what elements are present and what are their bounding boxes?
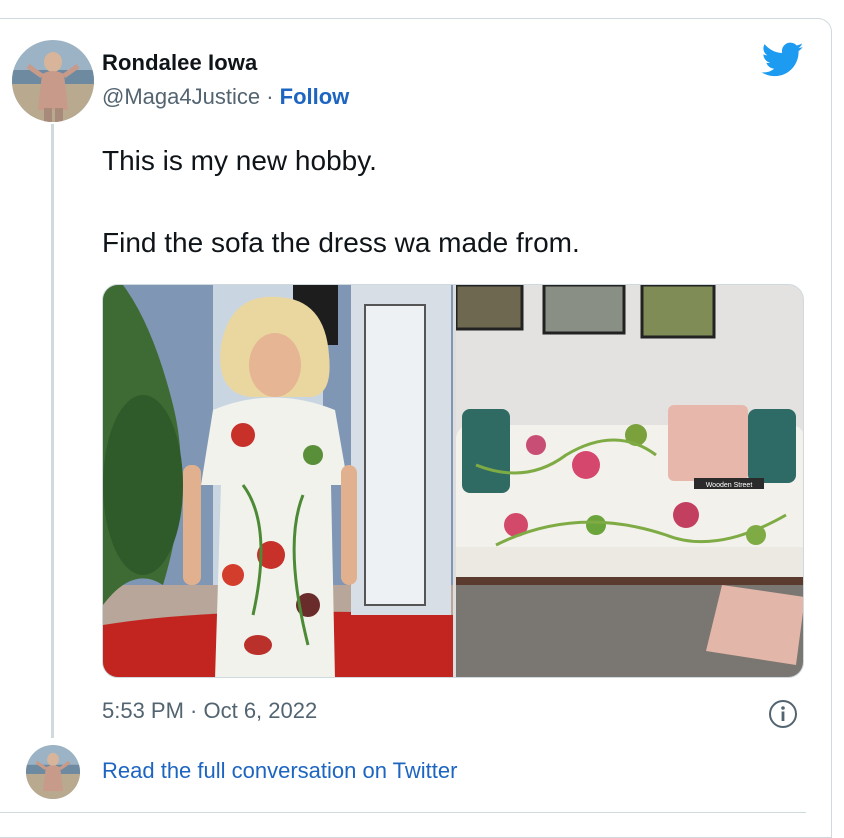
twitter-bird-icon[interactable]	[761, 42, 804, 78]
photo-sofa[interactable]: Wooden Street	[456, 285, 803, 677]
tweet-timestamp[interactable]: 5:53 PM · Oct 6, 2022	[102, 698, 317, 724]
author-avatar[interactable]	[12, 40, 94, 122]
tweet-text-line-2: Find the sofa the dress wa made from.	[102, 227, 580, 258]
media-grid: Wooden Street	[102, 284, 804, 678]
author-handle-row: @Maga4Justice · Follow	[102, 84, 349, 110]
sofa-brand-label: Wooden Street	[706, 482, 753, 489]
tweet-text-line-1: This is my new hobby.	[102, 145, 377, 176]
photo-dress[interactable]	[103, 285, 453, 677]
info-icon[interactable]	[768, 699, 798, 729]
reply-avatar[interactable]	[26, 745, 80, 799]
follow-button[interactable]: Follow	[280, 84, 350, 109]
read-full-conversation-link[interactable]: Read the full conversation on Twitter	[102, 758, 457, 784]
thread-line	[51, 124, 54, 738]
bottom-divider	[0, 812, 806, 813]
separator: ·	[260, 84, 280, 109]
author-name[interactable]: Rondalee Iowa	[102, 50, 257, 76]
author-handle[interactable]: @Maga4Justice	[102, 84, 260, 109]
